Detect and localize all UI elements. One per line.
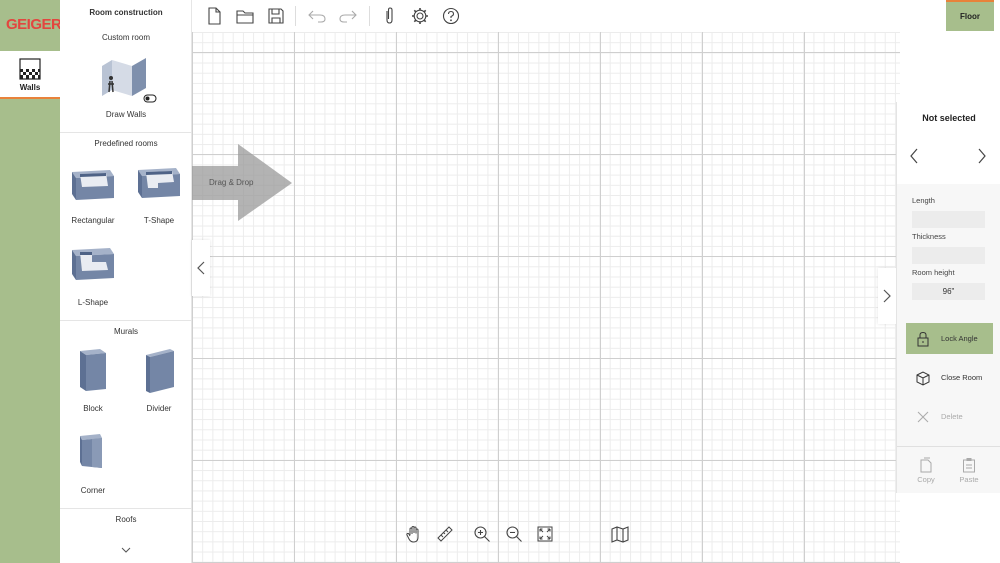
redo-icon[interactable]	[338, 6, 358, 26]
roofs-heading: Roofs	[115, 515, 137, 524]
draw-walls-thumb[interactable]	[98, 52, 158, 110]
corner-icon	[80, 434, 102, 468]
close-x-icon	[917, 411, 929, 423]
thickness-label: Thickness	[912, 232, 946, 241]
copy-label[interactable]: Copy	[911, 475, 941, 484]
expand-properties-handle[interactable]	[878, 268, 896, 324]
rail-walls-label: Walls	[19, 83, 41, 92]
mural-corner-label[interactable]: Corner	[63, 486, 123, 495]
left-rail: GEIGER Walls	[0, 0, 62, 563]
room-l-shape-label[interactable]: L-Shape	[63, 298, 123, 307]
chevron-right-icon	[883, 289, 891, 303]
length-field[interactable]	[912, 211, 985, 228]
open-folder-icon[interactable]	[235, 6, 255, 26]
room-l-shape-thumb[interactable]	[70, 242, 116, 286]
mural-corner-thumb[interactable]	[78, 432, 110, 474]
thickness-field[interactable]	[912, 247, 985, 264]
rail-item-walls[interactable]: Walls	[0, 51, 60, 99]
room-rectangular-thumb[interactable]	[70, 160, 116, 204]
chevron-left-icon	[197, 261, 205, 275]
room-t-shape-thumb[interactable]	[136, 160, 182, 204]
previous-chevron-icon[interactable]	[909, 148, 919, 166]
mural-divider-label[interactable]: Divider	[129, 404, 189, 413]
delete-button[interactable]: Delete	[906, 401, 993, 432]
room-rectangular-label[interactable]: Rectangular	[63, 216, 123, 225]
catalog-panel: Room construction Custom room Draw Walls…	[60, 0, 192, 563]
block-icon	[80, 349, 106, 391]
t-shape-room-icon	[138, 168, 180, 198]
attach-icon[interactable]	[379, 6, 399, 26]
divider	[60, 132, 192, 133]
undo-icon[interactable]	[307, 6, 327, 26]
geiger-logo: GEIGER	[6, 16, 62, 33]
paste-icon[interactable]	[962, 457, 976, 475]
zoom-out-icon[interactable]	[504, 524, 524, 544]
toolbar-separator	[295, 6, 296, 26]
toolbar-separator	[369, 6, 370, 26]
collapse-catalog-handle[interactable]	[192, 240, 210, 296]
help-icon[interactable]	[441, 6, 461, 26]
box-icon	[916, 371, 930, 386]
zoom-in-icon[interactable]	[472, 524, 492, 544]
lock-angle-button[interactable]: Lock Angle	[906, 323, 993, 354]
walls-icon	[19, 58, 41, 80]
hand-pan-icon[interactable]	[404, 524, 424, 544]
predefined-rooms-heading: Predefined rooms	[94, 139, 158, 148]
mural-block-thumb[interactable]	[78, 347, 110, 395]
murals-heading: Murals	[113, 327, 138, 336]
l-shape-room-icon	[72, 248, 114, 280]
design-canvas[interactable]	[192, 32, 900, 563]
scroll-down-chevron-icon[interactable]	[120, 546, 132, 556]
divider-icon	[146, 349, 174, 393]
close-room-label: Close Room	[941, 373, 983, 382]
top-toolbar	[192, 0, 1000, 32]
lock-icon	[917, 331, 929, 347]
draw-walls-label[interactable]: Draw Walls	[60, 110, 192, 119]
copy-icon[interactable]	[919, 457, 933, 475]
rectangular-room-icon	[72, 170, 114, 200]
divider	[60, 320, 192, 321]
properties-header: Not selected	[897, 102, 1000, 184]
save-icon[interactable]	[266, 6, 286, 26]
new-file-icon[interactable]	[204, 6, 224, 26]
length-label: Length	[912, 196, 935, 205]
delete-label: Delete	[941, 412, 963, 421]
paste-label[interactable]: Paste	[954, 475, 984, 484]
settings-icon[interactable]	[410, 6, 430, 26]
selection-title: Not selected	[922, 113, 976, 123]
divider	[897, 446, 1000, 447]
mural-divider-thumb[interactable]	[144, 347, 176, 395]
room-t-shape-label[interactable]: T-Shape	[129, 216, 189, 225]
next-chevron-icon[interactable]	[977, 148, 987, 166]
room-height-field[interactable]: 96"	[912, 283, 985, 300]
lock-angle-label: Lock Angle	[941, 334, 978, 343]
draw-walls-icon	[102, 58, 157, 103]
close-room-button[interactable]: Close Room	[906, 362, 993, 393]
catalog-title: Room construction	[89, 8, 163, 17]
ruler-icon[interactable]	[435, 524, 455, 544]
drag-drop-label: Drag & Drop	[209, 178, 254, 187]
fit-screen-icon[interactable]	[535, 524, 555, 544]
custom-room-heading: Custom room	[101, 33, 150, 42]
room-height-label: Room height	[912, 268, 955, 277]
tab-floor[interactable]: Floor	[946, 0, 994, 31]
mural-block-label[interactable]: Block	[63, 404, 123, 413]
properties-panel: Not selected Length Thickness Room heigh…	[896, 102, 1000, 493]
divider	[60, 508, 192, 509]
map-icon[interactable]	[610, 524, 630, 544]
